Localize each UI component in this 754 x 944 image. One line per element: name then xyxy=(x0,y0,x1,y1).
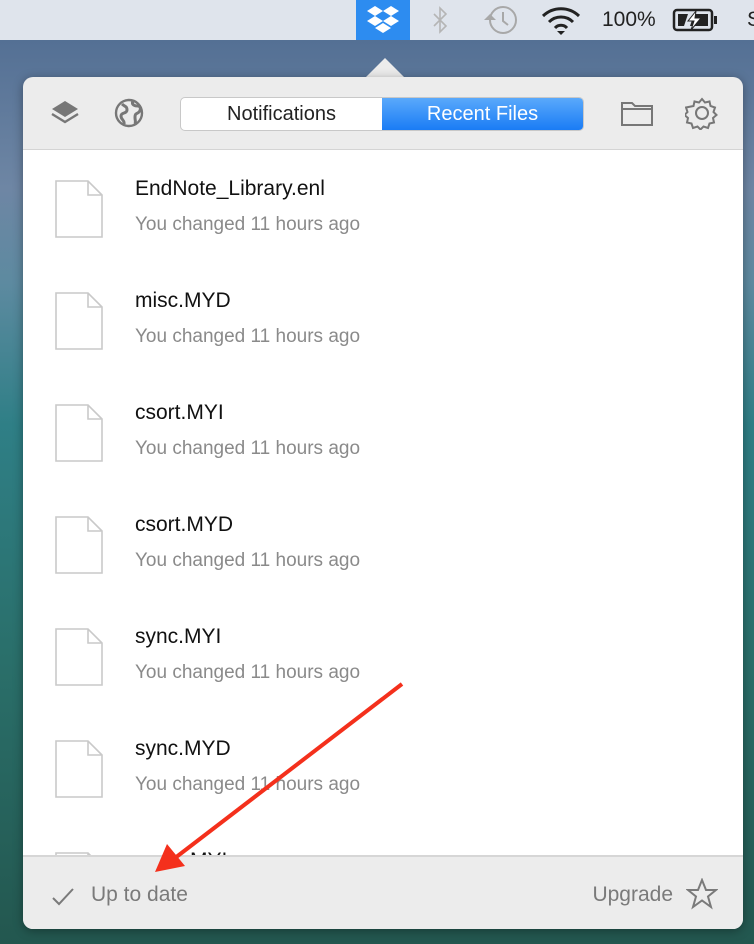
file-status: You changed 11 hours ago xyxy=(135,550,361,571)
bluetooth-icon[interactable] xyxy=(425,0,455,40)
document-icon xyxy=(55,292,103,350)
popover-footer: Up to date Upgrade xyxy=(23,855,743,929)
file-status: You changed 11 hours ago xyxy=(135,662,361,683)
document-icon xyxy=(55,740,103,798)
file-list-item[interactable]: EndNote_Library.enl You changed 11 hours… xyxy=(23,150,743,262)
file-status: You changed 11 hours ago xyxy=(135,774,361,795)
file-status: You changed 11 hours ago xyxy=(135,438,361,459)
file-name: csort.MYD xyxy=(135,513,234,536)
popover-pointer xyxy=(365,58,405,78)
document-icon xyxy=(55,180,103,238)
menu-bar-clipped-item[interactable]: S xyxy=(744,0,754,40)
time-machine-icon[interactable] xyxy=(478,0,522,40)
checkmark-icon xyxy=(52,888,74,906)
file-name: sync.MYI xyxy=(135,625,222,648)
file-list-item[interactable]: MYI xyxy=(23,822,743,855)
file-list-item[interactable]: csort.MYI You changed 11 hours ago xyxy=(23,374,743,486)
view-segmented-control: Notifications Recent Files xyxy=(180,97,584,131)
battery-percent[interactable]: 100% xyxy=(602,0,656,40)
file-name: misc.MYD xyxy=(135,289,231,312)
file-list-item[interactable]: misc.MYD You changed 11 hours ago xyxy=(23,262,743,374)
file-list-item[interactable]: csort.MYD You changed 11 hours ago xyxy=(23,486,743,598)
tab-recent-files[interactable]: Recent Files xyxy=(382,98,583,130)
file-status: You changed 11 hours ago xyxy=(135,326,361,347)
wifi-icon[interactable] xyxy=(538,0,584,40)
dropbox-icon xyxy=(367,6,399,33)
file-list-item[interactable]: sync.MYD You changed 11 hours ago xyxy=(23,710,743,822)
battery-charging-icon[interactable] xyxy=(670,0,720,40)
file-name: EndNote_Library.enl xyxy=(135,177,325,200)
document-icon xyxy=(55,628,103,686)
file-name: sync.MYD xyxy=(135,737,231,760)
document-icon xyxy=(55,516,103,574)
file-status: You changed 11 hours ago xyxy=(135,214,361,235)
menu-bar: 100% S xyxy=(0,0,754,40)
gear-icon[interactable] xyxy=(684,95,720,131)
globe-icon[interactable] xyxy=(111,95,147,131)
star-icon[interactable] xyxy=(686,878,718,910)
file-name: csort.MYI xyxy=(135,401,224,424)
tab-notifications[interactable]: Notifications xyxy=(181,98,382,130)
upgrade-link[interactable]: Upgrade xyxy=(592,883,673,907)
dropbox-popover: Notifications Recent Files EndNote_Libra… xyxy=(23,77,743,929)
sync-status: Up to date xyxy=(91,883,188,906)
folder-icon[interactable] xyxy=(619,95,655,131)
document-icon xyxy=(55,404,103,462)
recent-files-list: EndNote_Library.enl You changed 11 hours… xyxy=(23,150,743,855)
popover-header: Notifications Recent Files xyxy=(23,77,743,150)
dropbox-menu-icon[interactable] xyxy=(356,0,410,40)
file-list-item[interactable]: sync.MYI You changed 11 hours ago xyxy=(23,598,743,710)
layers-icon[interactable] xyxy=(47,95,83,131)
